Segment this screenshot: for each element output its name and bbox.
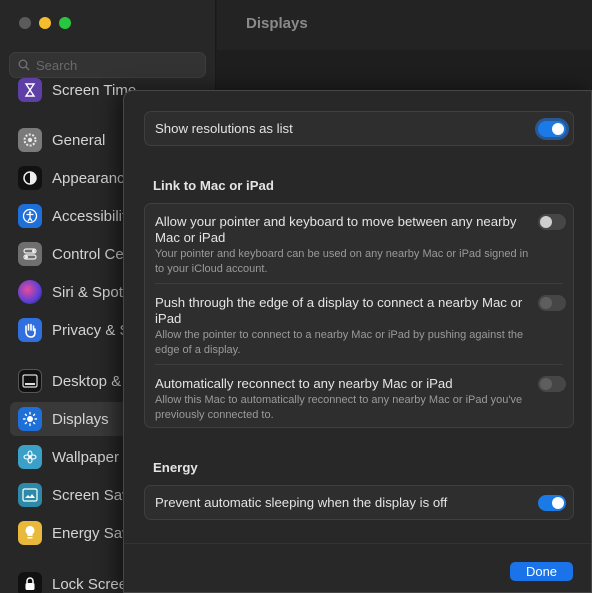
sidebar-item-label: Appearance (52, 169, 133, 187)
push-through-edge-row: Push through the edge of a display to co… (155, 295, 535, 358)
lightbulb-icon (18, 521, 42, 545)
push-through-edge-toggle[interactable] (538, 295, 566, 311)
dock-icon (18, 369, 42, 393)
zoom-window-button[interactable] (59, 17, 71, 29)
prevent-sleep-label: Prevent automatic sleeping when the disp… (155, 494, 448, 510)
show-resolutions-card: Show resolutions as list (144, 111, 574, 146)
display-brightness-icon (18, 407, 42, 431)
sidebar-item-label: Wallpaper (52, 448, 119, 466)
prevent-sleep-toggle[interactable] (538, 495, 566, 511)
push-through-edge-title: Push through the edge of a display to co… (155, 295, 523, 326)
link-to-mac-card: Allow your pointer and keyboard to move … (144, 203, 574, 428)
auto-reconnect-description: Allow this Mac to automatically reconnec… (155, 394, 523, 421)
auto-reconnect-toggle[interactable] (538, 376, 566, 392)
show-resolutions-toggle[interactable] (538, 121, 566, 137)
advanced-displays-sheet: Show resolutions as list Link to Mac or … (123, 90, 592, 593)
window-controls (19, 17, 71, 29)
show-resolutions-row: Show resolutions as list (145, 112, 573, 145)
appearance-icon (18, 166, 42, 190)
energy-card: Prevent automatic sleeping when the disp… (144, 485, 574, 520)
wallpaper-icon (18, 445, 42, 469)
control-centre-icon (18, 242, 42, 266)
hand-icon (18, 318, 42, 342)
pointer-keyboard-title: Allow your pointer and keyboard to move … (155, 214, 517, 245)
pointer-keyboard-description: Your pointer and keyboard can be used on… (155, 248, 529, 275)
hourglass-icon (18, 78, 42, 102)
close-window-button[interactable] (19, 17, 31, 29)
sidebar-item-label: Accessibility (52, 207, 134, 225)
search-input[interactable] (36, 57, 196, 73)
auto-reconnect-row: Automatically reconnect to any nearby Ma… (155, 376, 535, 423)
link-section-title: Link to Mac or iPad (153, 178, 274, 193)
sidebar-item-label: Displays (52, 410, 109, 428)
auto-reconnect-title: Automatically reconnect to any nearby Ma… (155, 376, 453, 391)
sidebar-item-label: General (52, 131, 106, 149)
siri-icon (18, 280, 42, 304)
divider (155, 283, 563, 284)
divider (155, 364, 563, 365)
energy-section-title: Energy (153, 460, 198, 475)
minimize-window-button[interactable] (39, 17, 51, 29)
lock-icon (18, 572, 42, 593)
page-title: Displays (246, 15, 308, 32)
push-through-edge-description: Allow the pointer to connect to a nearby… (155, 329, 524, 356)
pointer-keyboard-row: Allow your pointer and keyboard to move … (155, 214, 535, 277)
screen-saver-icon (18, 483, 42, 507)
accessibility-icon (18, 204, 42, 228)
prevent-sleep-row: Prevent automatic sleeping when the disp… (145, 486, 573, 519)
show-resolutions-label: Show resolutions as list (155, 120, 293, 136)
pointer-keyboard-toggle[interactable] (538, 214, 566, 230)
footer-divider (124, 543, 591, 544)
done-button[interactable]: Done (510, 562, 573, 581)
search-icon (18, 59, 30, 71)
gear-icon (18, 128, 42, 152)
